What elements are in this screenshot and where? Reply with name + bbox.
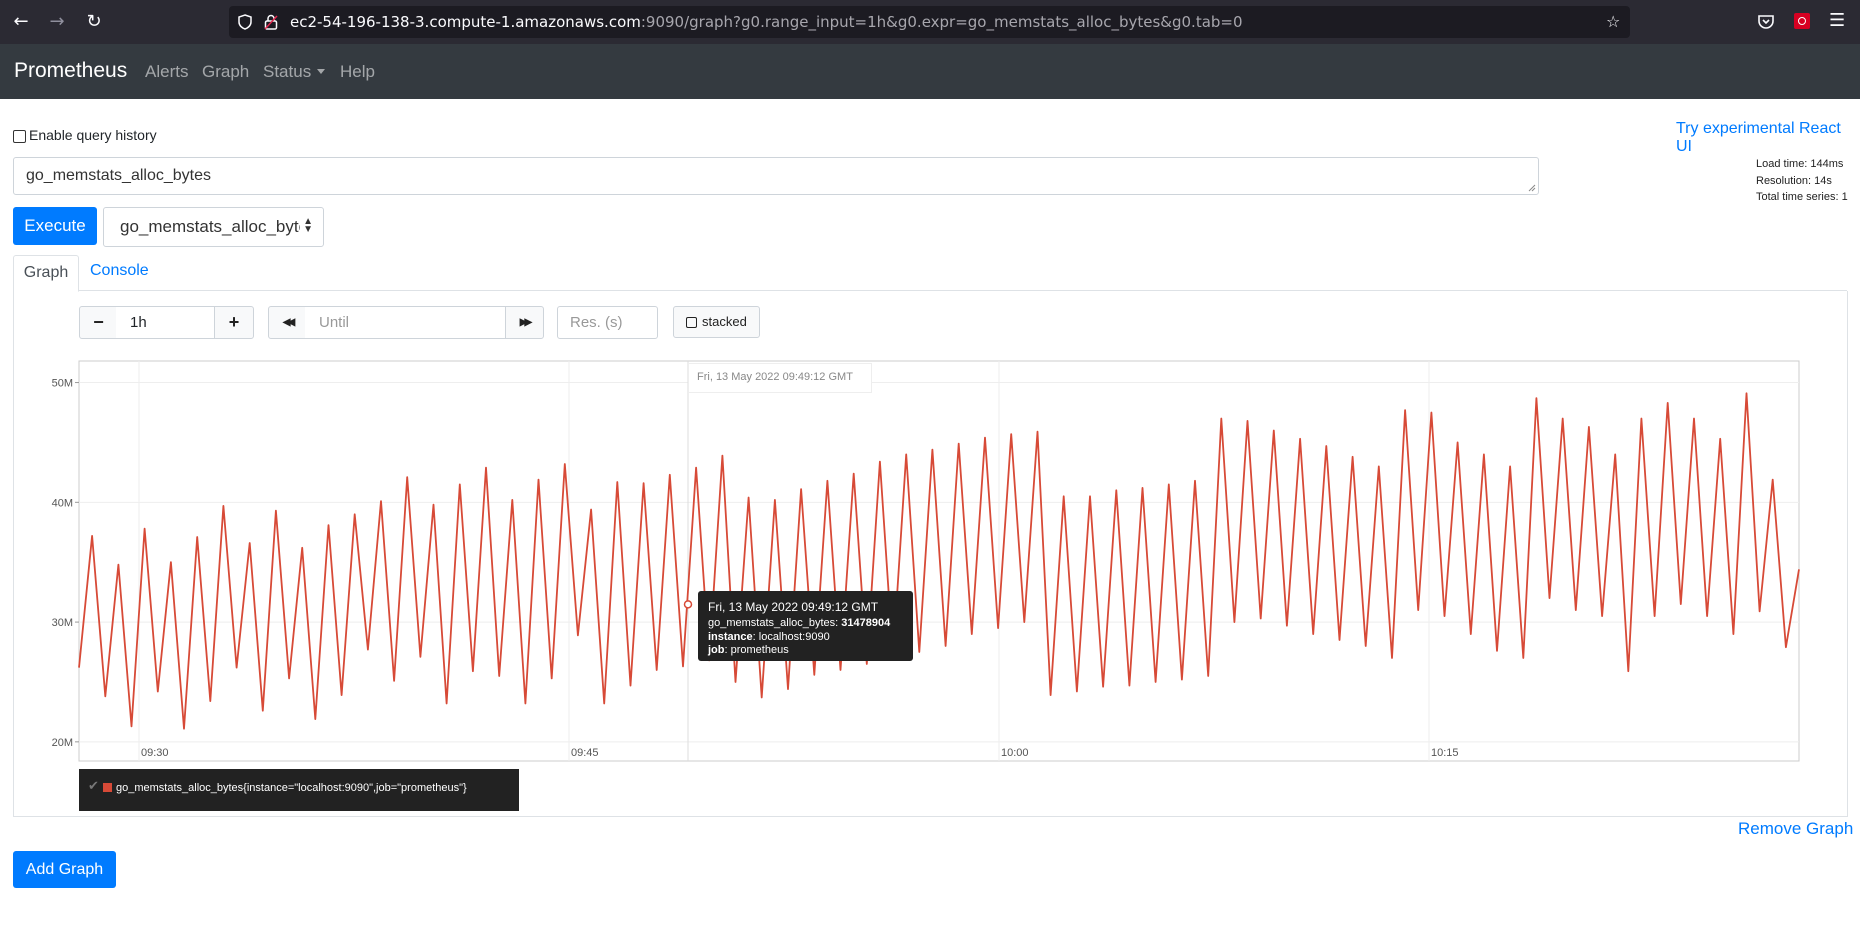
hover-time-text: Fri, 13 May 2022 09:49:12 GMT (697, 371, 853, 383)
tooltip-job: job: prometheus (708, 644, 789, 656)
tooltip-metric: go_memstats_alloc_bytes: 31478904 (708, 617, 890, 629)
tooltip-instance-value: : localhost:9090 (752, 631, 830, 643)
check-icon: ✔ (88, 779, 99, 794)
tooltip-job-value: : prometheus (724, 644, 789, 656)
x-tick-label: 09:45 (571, 747, 599, 759)
data-tooltip: Fri, 13 May 2022 09:49:12 GMT go_memstat… (698, 591, 913, 661)
tooltip-value: 31478904 (841, 617, 891, 629)
series-color-swatch (103, 783, 112, 792)
hover-point (683, 600, 693, 609)
y-tick-label: 30M (52, 617, 73, 629)
tooltip-metric-name: go_memstats_alloc_bytes: (708, 617, 842, 629)
hover-time-label: Fri, 13 May 2022 09:49:12 GMT (688, 363, 872, 393)
tooltip-job-label: job (708, 644, 725, 656)
tooltip-time: Fri, 13 May 2022 09:49:12 GMT (708, 600, 879, 614)
y-tick-label: 40M (52, 497, 73, 509)
x-tick-label: 10:00 (1001, 747, 1029, 759)
series-legend-label: go_memstats_alloc_bytes{instance="localh… (116, 782, 467, 794)
remove-graph-link[interactable]: Remove Graph (1738, 819, 1853, 839)
tooltip-instance-label: instance (708, 631, 753, 643)
y-tick-label: 20M (52, 737, 73, 749)
tooltip-instance: instance: localhost:9090 (708, 631, 830, 643)
x-tick-label: 10:15 (1431, 747, 1459, 759)
x-tick-label: 09:30 (141, 747, 169, 759)
y-tick-label: 50M (52, 378, 73, 390)
add-graph-button[interactable]: Add Graph (13, 851, 116, 888)
series-legend[interactable]: ✔ go_memstats_alloc_bytes{instance="loca… (79, 769, 519, 811)
